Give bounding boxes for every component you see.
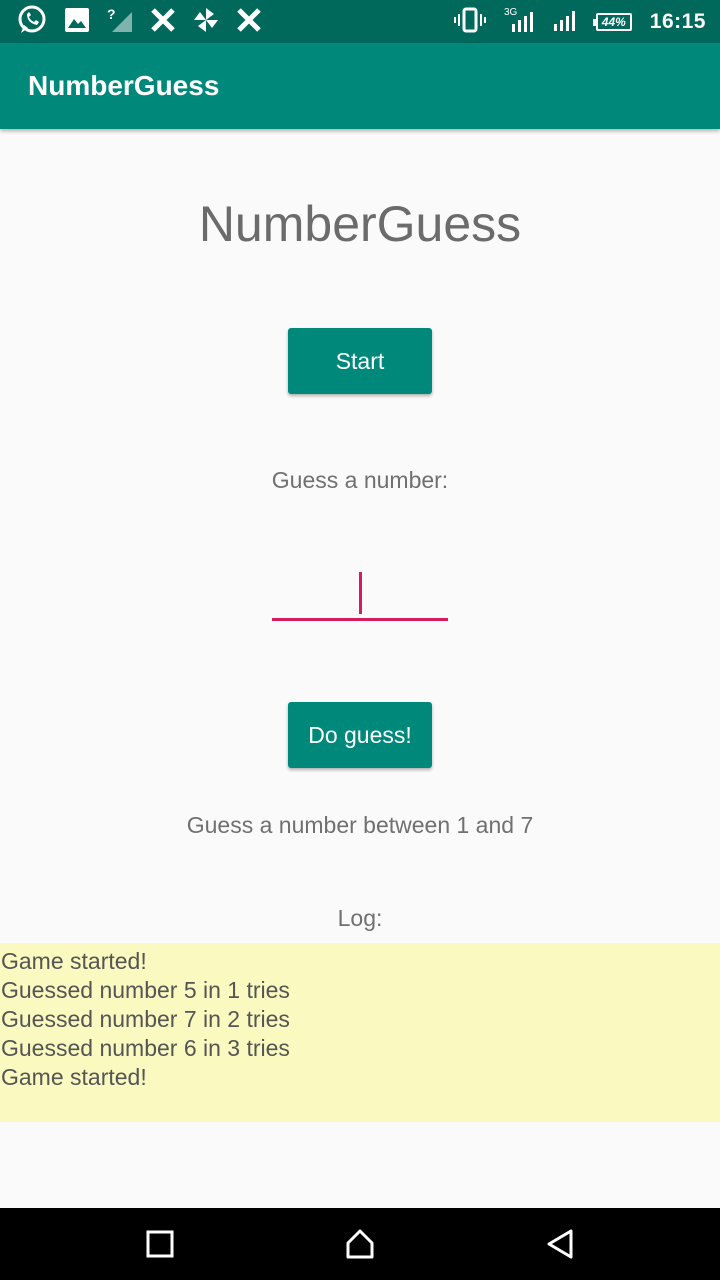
log-entry: Game started! (1, 1064, 147, 1090)
back-icon[interactable] (542, 1226, 578, 1262)
start-button[interactable]: Start (288, 328, 432, 394)
recents-icon[interactable] (142, 1226, 178, 1262)
notification-icons: ? (16, 4, 262, 41)
x-icon (236, 7, 262, 38)
app-title: NumberGuess (28, 70, 220, 101)
guess-label: Guess a number: (271, 467, 449, 493)
no-signal-icon: ? (106, 6, 134, 39)
log-entry: Guessed number 5 in 1 tries (1, 977, 290, 1003)
system-icons: 3G 44% 16:15 (453, 6, 706, 39)
log-entry: Guessed number 6 in 3 tries (1, 1035, 290, 1061)
log-entry: Game started! (1, 948, 147, 974)
home-icon[interactable] (342, 1226, 378, 1262)
signal-3g-icon: 3G (504, 6, 534, 39)
log-label: Log: (337, 905, 383, 931)
app-bar: NumberGuess (0, 43, 720, 129)
signal-icon (552, 8, 578, 37)
hint-text: Guess a number between 1 and 7 (186, 812, 534, 838)
vibrate-icon (453, 7, 486, 38)
svg-text:?: ? (107, 6, 116, 22)
clock: 16:15 (649, 10, 706, 33)
page-title: NumberGuess (198, 196, 522, 252)
log-entry: Guessed number 7 in 2 tries (1, 1006, 290, 1032)
log-area: Game started! Guessed number 5 in 1 trie… (0, 943, 720, 1122)
x-icon (150, 7, 176, 38)
do-guess-button[interactable]: Do guess! (288, 702, 432, 768)
battery-icon: 44% (592, 13, 632, 31)
image-icon (64, 7, 90, 38)
pinwheel-icon (192, 6, 220, 39)
text-cursor (359, 572, 362, 614)
status-bar: ? 3G 44% 16:15 (0, 0, 720, 43)
whatsapp-icon (16, 4, 48, 41)
navigation-bar (0, 1208, 720, 1280)
main-content: NumberGuess Start Guess a number: Do gue… (0, 129, 720, 1208)
network-type-label: 3G (504, 7, 518, 18)
